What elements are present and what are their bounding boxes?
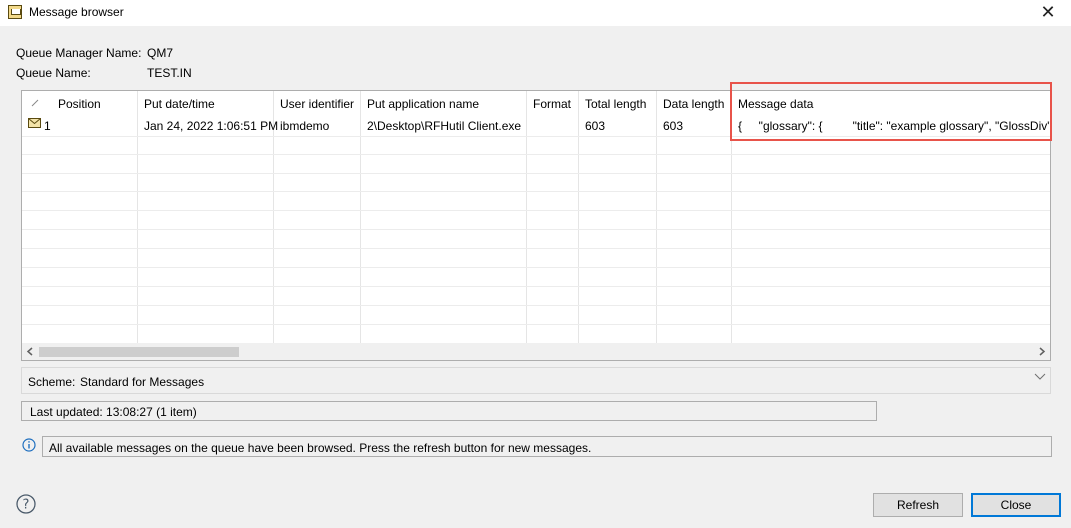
scroll-left-icon[interactable] bbox=[22, 343, 39, 360]
messages-table[interactable]: Position Put date/time User identifier P… bbox=[21, 90, 1051, 361]
column-header-data-length[interactable]: Data length bbox=[663, 97, 724, 111]
column-header-put-datetime[interactable]: Put date/time bbox=[144, 97, 215, 111]
column-header-position[interactable]: Position bbox=[58, 97, 101, 111]
column-header-total-length[interactable]: Total length bbox=[585, 97, 646, 111]
window-title: Message browser bbox=[29, 5, 124, 19]
svg-text:?: ? bbox=[23, 498, 30, 513]
title-bar: Message browser ✕ bbox=[0, 0, 1071, 26]
row-divider bbox=[22, 324, 1050, 325]
column-divider[interactable] bbox=[360, 91, 361, 344]
row-divider bbox=[22, 248, 1050, 249]
table-header: Position Put date/time User identifier P… bbox=[22, 91, 1050, 117]
scroll-right-icon[interactable] bbox=[1033, 343, 1050, 360]
cell-position: 1 bbox=[44, 119, 51, 133]
chevron-down-icon[interactable] bbox=[1034, 372, 1046, 382]
row-divider bbox=[22, 173, 1050, 174]
refresh-button[interactable]: Refresh bbox=[873, 493, 963, 517]
row-divider bbox=[22, 136, 1050, 137]
last-updated-text: Last updated: 13:08:27 (1 item) bbox=[30, 405, 197, 419]
column-header-put-application-name[interactable]: Put application name bbox=[367, 97, 479, 111]
column-header-message-data[interactable]: Message data bbox=[738, 97, 813, 111]
browse-status-message: All available messages on the queue have… bbox=[42, 436, 1052, 457]
scheme-selector[interactable]: Scheme: Standard for Messages bbox=[21, 367, 1051, 394]
cell-message-data: { "glossary": { "title": "example glossa… bbox=[738, 119, 1050, 133]
help-icon[interactable]: ? bbox=[16, 494, 36, 514]
row-divider bbox=[22, 286, 1050, 287]
cell-put-datetime: Jan 24, 2022 1:06:51 PM bbox=[144, 119, 279, 133]
window-close-icon[interactable]: ✕ bbox=[1025, 0, 1071, 26]
queue-manager-label: Queue Manager Name: bbox=[16, 46, 142, 60]
queue-name-value: TEST.IN bbox=[147, 66, 192, 80]
column-divider[interactable] bbox=[656, 91, 657, 344]
row-divider bbox=[22, 154, 1050, 155]
last-updated-status: Last updated: 13:08:27 (1 item) bbox=[21, 401, 877, 421]
queue-manager-value: QM7 bbox=[147, 46, 174, 60]
cell-put-application-name: 2\Desktop\RFHutil Client.exe bbox=[367, 119, 522, 133]
browse-status-text: All available messages on the queue have… bbox=[49, 441, 592, 455]
scheme-label: Scheme: bbox=[28, 375, 76, 389]
row-divider bbox=[22, 191, 1050, 192]
row-divider bbox=[22, 229, 1050, 230]
column-divider[interactable] bbox=[137, 91, 138, 344]
cell-user-identifier: ibmdemo bbox=[280, 119, 330, 133]
close-button[interactable]: Close bbox=[971, 493, 1061, 517]
row-divider bbox=[22, 267, 1050, 268]
scheme-value: Standard for Messages bbox=[80, 375, 205, 389]
column-header-format[interactable]: Format bbox=[533, 97, 571, 111]
queue-name-label: Queue Name: bbox=[16, 66, 91, 80]
horizontal-scrollbar[interactable] bbox=[22, 343, 1050, 360]
message-browser-icon bbox=[8, 5, 22, 19]
row-divider bbox=[22, 305, 1050, 306]
column-divider[interactable] bbox=[526, 91, 527, 344]
message-envelope-icon bbox=[28, 118, 41, 128]
scrollbar-thumb[interactable] bbox=[39, 347, 239, 357]
info-icon bbox=[22, 438, 36, 452]
column-header-user-identifier[interactable]: User identifier bbox=[280, 97, 354, 111]
row-divider bbox=[22, 210, 1050, 211]
cell-total-length: 603 bbox=[585, 119, 606, 133]
sort-indicator-icon bbox=[31, 99, 39, 107]
column-divider[interactable] bbox=[578, 91, 579, 344]
cell-data-length: 603 bbox=[663, 119, 684, 133]
column-divider[interactable] bbox=[731, 91, 732, 344]
